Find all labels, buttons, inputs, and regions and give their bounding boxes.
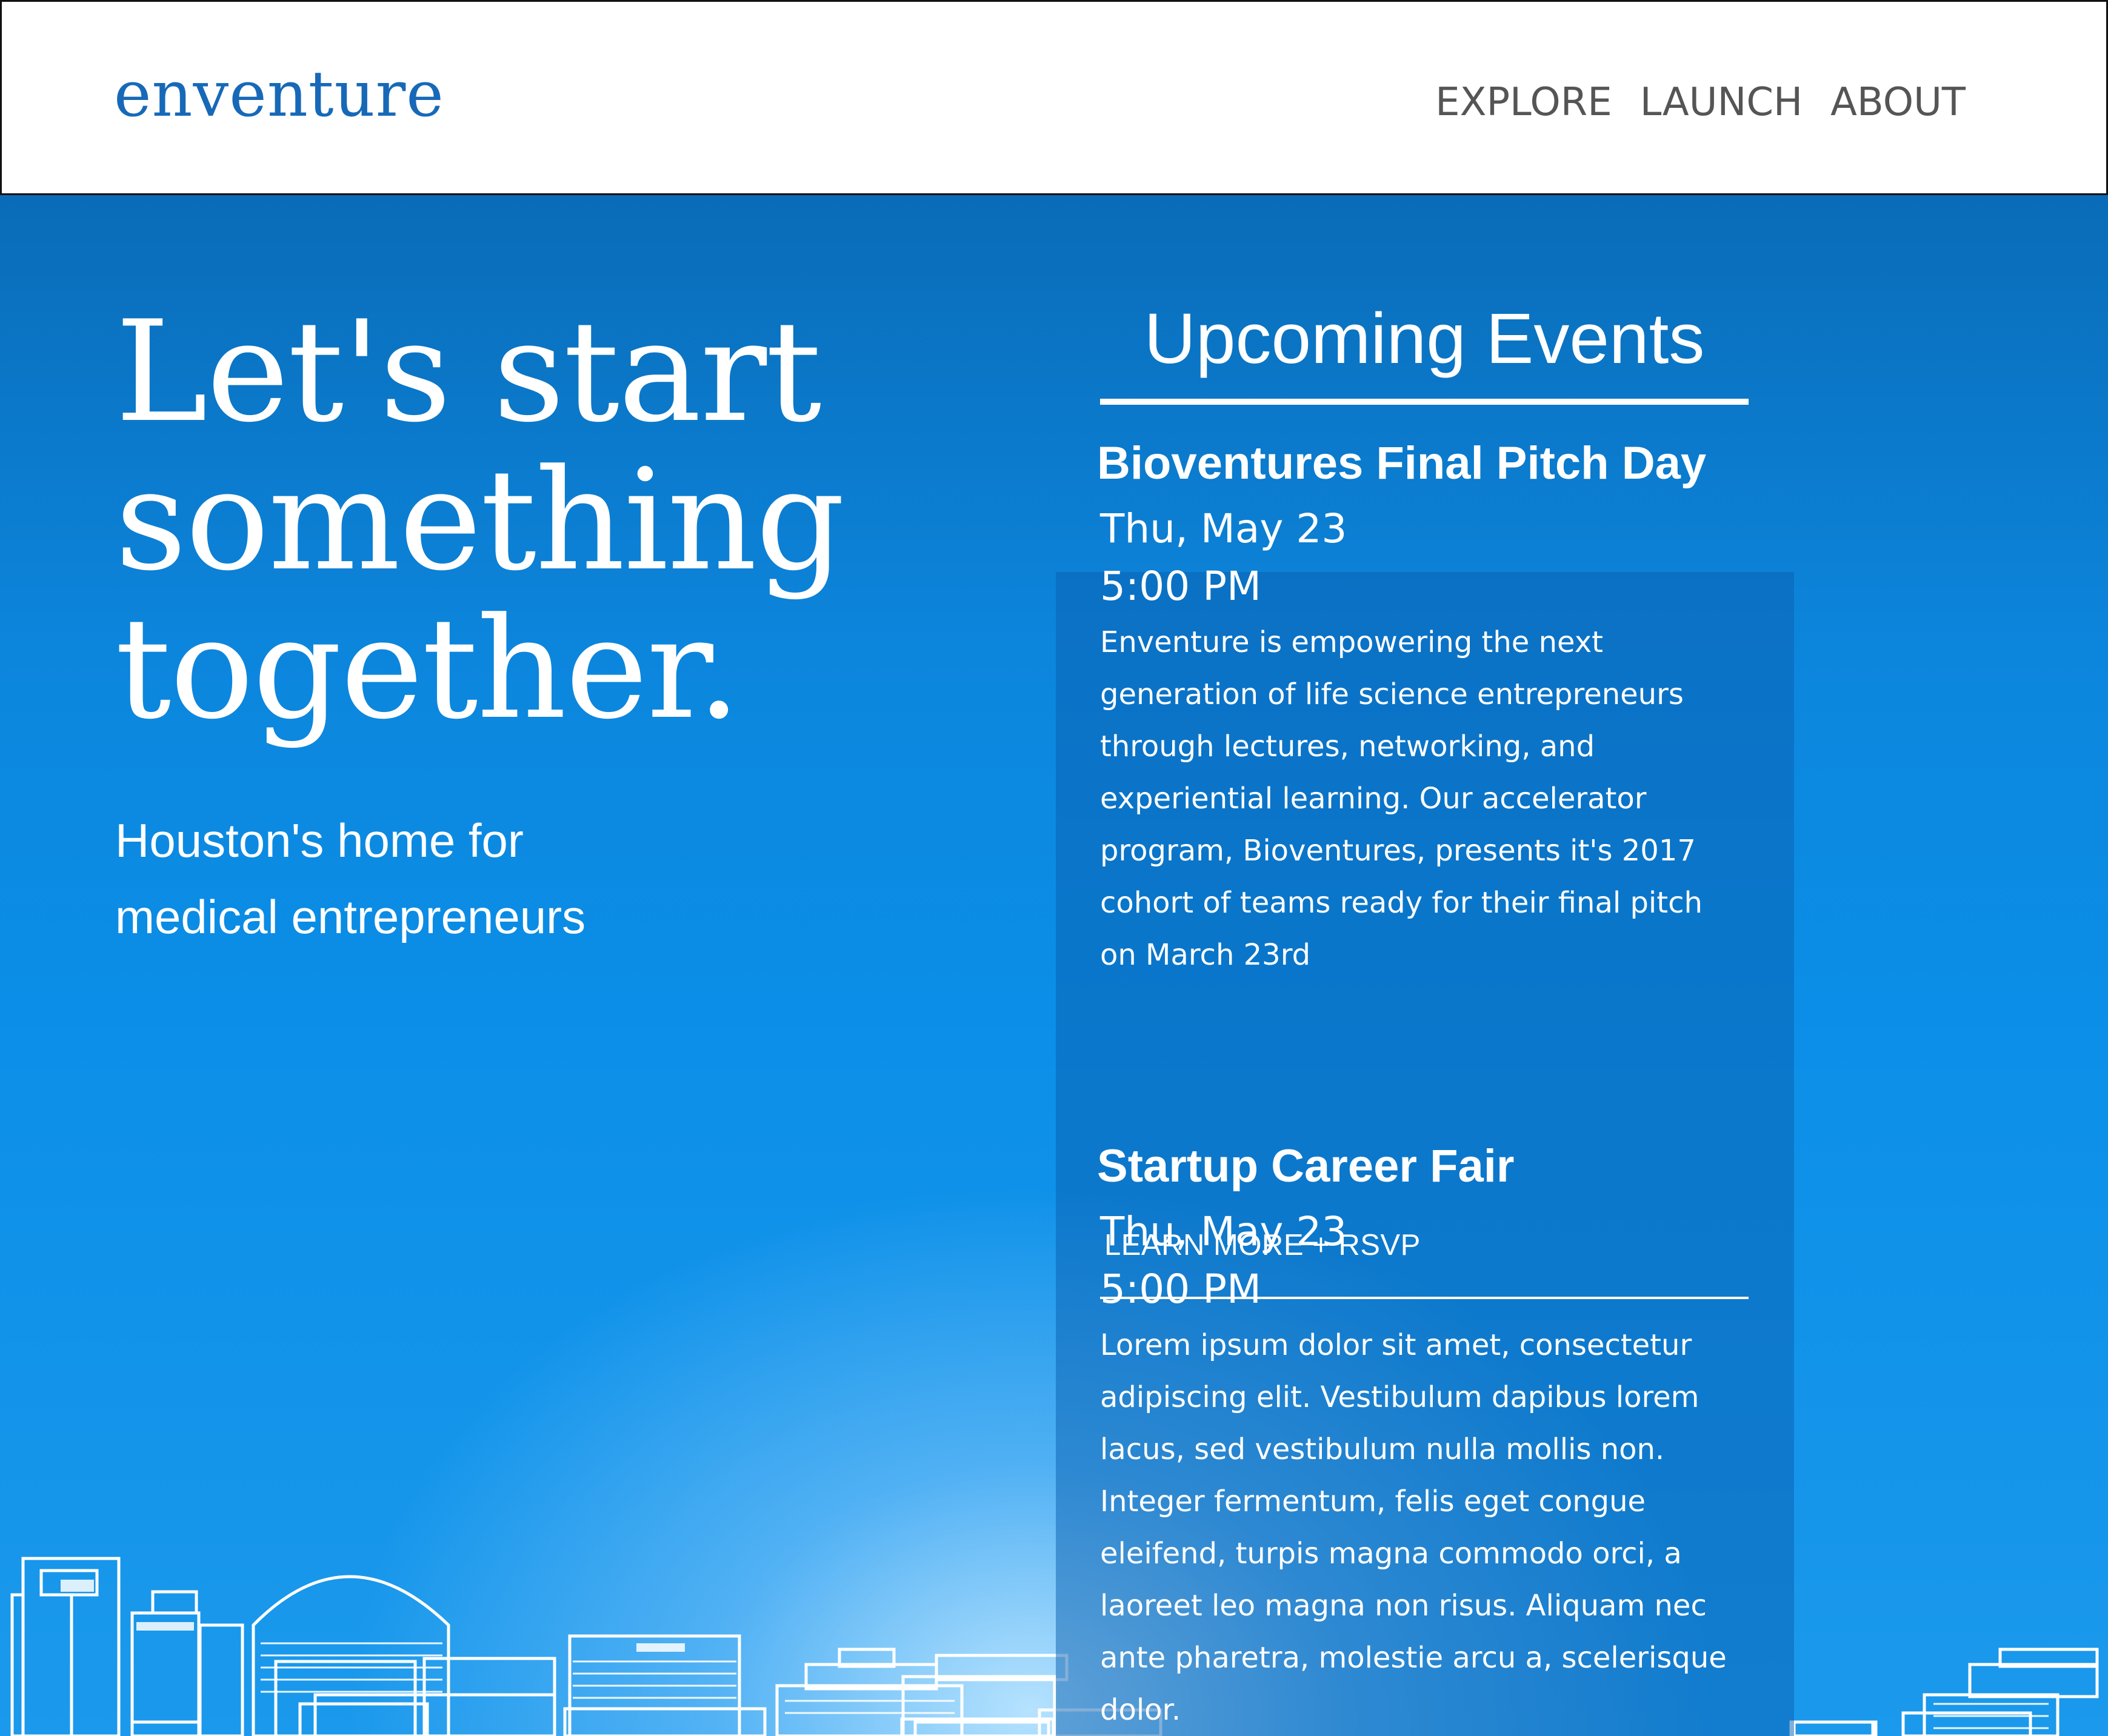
site-header: enventure EXPLORE LAUNCH ABOUT [0, 0, 2108, 195]
event-card: Bioventures Final Pitch Day Thu, May 23 … [1097, 441, 1764, 981]
hero-section: Let's start something together. Houston'… [0, 195, 2108, 1736]
event-date: Thu, May 23 [1100, 505, 1347, 552]
hero-subtitle-line: medical entrepreneurs [115, 890, 586, 943]
events-heading-rule [1100, 399, 1749, 405]
event-title[interactable]: Bioventures Final Pitch Day [1097, 441, 1764, 487]
hero-title-line: Let's start [115, 291, 822, 453]
event-description: Lorem ipsum dolor sit amet, consectetur … [1100, 1328, 1727, 1727]
hero-title-line: together. [115, 588, 741, 750]
hero-title: Let's start something together. [115, 291, 845, 750]
hero-subtitle-line: Houston's home for [115, 814, 524, 867]
event-card: Startup Career Fair Thu, May 23 5:00 PM … [1097, 1143, 1764, 1736]
hero-subtitle: Houston's home for medical entrepreneurs [115, 802, 585, 955]
hero-title-line: something [115, 440, 845, 602]
event-time: 5:00 PM [1100, 1266, 1261, 1312]
event-date: Thu, May 23 [1100, 1208, 1347, 1255]
event-time: 5:00 PM [1100, 563, 1261, 610]
main-nav: EXPLORE LAUNCH ABOUT [1435, 83, 1966, 122]
events-heading: Upcoming Events [1144, 299, 1705, 379]
event-title[interactable]: Startup Career Fair [1097, 1143, 1764, 1189]
nav-explore[interactable]: EXPLORE [1435, 83, 1612, 122]
event-description: Enventure is empowering the next generat… [1100, 625, 1703, 972]
logo[interactable]: enventure [114, 62, 444, 125]
nav-launch[interactable]: LAUNCH [1640, 83, 1803, 122]
nav-about[interactable]: ABOUT [1830, 83, 1966, 122]
